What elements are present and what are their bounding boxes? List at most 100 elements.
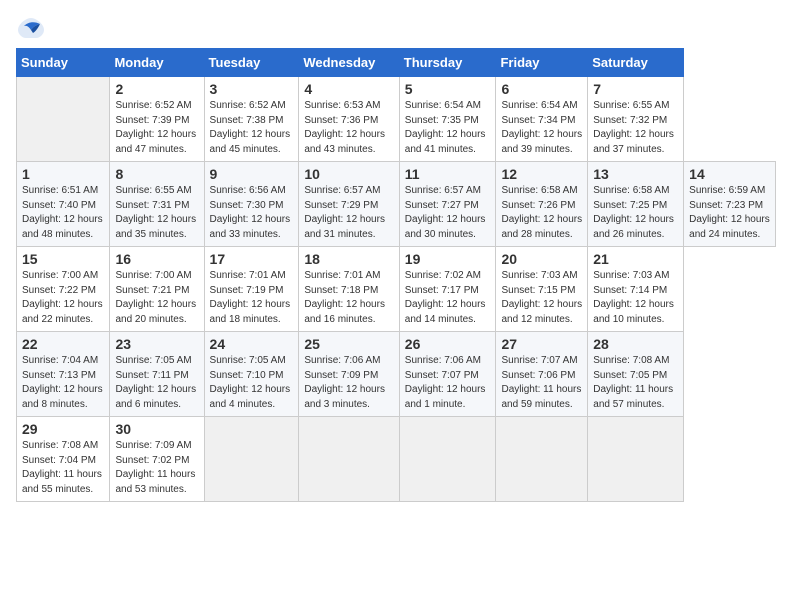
day-number: 2 [115,81,198,97]
calendar-cell: 25 Sunrise: 7:06 AMSunset: 7:09 PMDaylig… [299,332,399,417]
calendar-cell: 11 Sunrise: 6:57 AMSunset: 7:27 PMDaylig… [399,162,496,247]
calendar-week-row: 2 Sunrise: 6:52 AMSunset: 7:39 PMDayligh… [17,77,776,162]
day-info: Sunrise: 6:59 AMSunset: 7:23 PMDaylight:… [689,185,770,240]
day-info: Sunrise: 7:05 AMSunset: 7:10 PMDaylight:… [210,355,291,410]
calendar-cell [588,417,684,502]
calendar-header-row: SundayMondayTuesdayWednesdayThursdayFrid… [17,49,776,77]
calendar-table: SundayMondayTuesdayWednesdayThursdayFrid… [16,48,776,502]
day-info: Sunrise: 6:57 AMSunset: 7:29 PMDaylight:… [304,185,385,240]
calendar-cell: 22 Sunrise: 7:04 AMSunset: 7:13 PMDaylig… [17,332,110,417]
day-info: Sunrise: 7:01 AMSunset: 7:18 PMDaylight:… [304,270,385,325]
day-number: 25 [304,336,393,352]
header [16,16,776,38]
calendar-cell [17,77,110,162]
day-number: 9 [210,166,294,182]
calendar-cell: 17 Sunrise: 7:01 AMSunset: 7:19 PMDaylig… [204,247,299,332]
day-info: Sunrise: 6:51 AMSunset: 7:40 PMDaylight:… [22,185,103,240]
day-number: 26 [405,336,491,352]
day-info: Sunrise: 7:05 AMSunset: 7:11 PMDaylight:… [115,355,196,410]
day-info: Sunrise: 7:06 AMSunset: 7:07 PMDaylight:… [405,355,486,410]
calendar-cell: 21 Sunrise: 7:03 AMSunset: 7:14 PMDaylig… [588,247,684,332]
calendar-cell: 20 Sunrise: 7:03 AMSunset: 7:15 PMDaylig… [496,247,588,332]
day-info: Sunrise: 6:57 AMSunset: 7:27 PMDaylight:… [405,185,486,240]
day-number: 21 [593,251,678,267]
day-number: 22 [22,336,104,352]
day-number: 6 [501,81,582,97]
day-info: Sunrise: 6:53 AMSunset: 7:36 PMDaylight:… [304,100,385,155]
day-number: 7 [593,81,678,97]
day-number: 18 [304,251,393,267]
day-number: 8 [115,166,198,182]
day-info: Sunrise: 6:55 AMSunset: 7:32 PMDaylight:… [593,100,674,155]
calendar-week-row: 1 Sunrise: 6:51 AMSunset: 7:40 PMDayligh… [17,162,776,247]
day-header-wednesday: Wednesday [299,49,399,77]
day-number: 14 [689,166,770,182]
day-info: Sunrise: 7:08 AMSunset: 7:05 PMDaylight:… [593,355,673,410]
day-number: 16 [115,251,198,267]
calendar-cell: 26 Sunrise: 7:06 AMSunset: 7:07 PMDaylig… [399,332,496,417]
day-header-saturday: Saturday [588,49,684,77]
day-header-thursday: Thursday [399,49,496,77]
calendar-week-row: 15 Sunrise: 7:00 AMSunset: 7:22 PMDaylig… [17,247,776,332]
calendar-cell: 24 Sunrise: 7:05 AMSunset: 7:10 PMDaylig… [204,332,299,417]
day-info: Sunrise: 7:01 AMSunset: 7:19 PMDaylight:… [210,270,291,325]
calendar-cell: 3 Sunrise: 6:52 AMSunset: 7:38 PMDayligh… [204,77,299,162]
calendar-cell: 29 Sunrise: 7:08 AMSunset: 7:04 PMDaylig… [17,417,110,502]
day-number: 23 [115,336,198,352]
day-info: Sunrise: 6:52 AMSunset: 7:39 PMDaylight:… [115,100,196,155]
logo [16,16,48,38]
day-info: Sunrise: 6:55 AMSunset: 7:31 PMDaylight:… [115,185,196,240]
day-number: 4 [304,81,393,97]
day-info: Sunrise: 7:08 AMSunset: 7:04 PMDaylight:… [22,440,102,495]
calendar-cell [299,417,399,502]
calendar-cell [496,417,588,502]
day-info: Sunrise: 6:54 AMSunset: 7:34 PMDaylight:… [501,100,582,155]
calendar-cell: 10 Sunrise: 6:57 AMSunset: 7:29 PMDaylig… [299,162,399,247]
day-info: Sunrise: 7:03 AMSunset: 7:15 PMDaylight:… [501,270,582,325]
calendar-cell: 12 Sunrise: 6:58 AMSunset: 7:26 PMDaylig… [496,162,588,247]
calendar-cell: 13 Sunrise: 6:58 AMSunset: 7:25 PMDaylig… [588,162,684,247]
day-info: Sunrise: 7:02 AMSunset: 7:17 PMDaylight:… [405,270,486,325]
day-number: 15 [22,251,104,267]
day-number: 3 [210,81,294,97]
calendar-cell [204,417,299,502]
day-number: 12 [501,166,582,182]
calendar-cell: 19 Sunrise: 7:02 AMSunset: 7:17 PMDaylig… [399,247,496,332]
day-info: Sunrise: 7:07 AMSunset: 7:06 PMDaylight:… [501,355,581,410]
calendar-cell: 5 Sunrise: 6:54 AMSunset: 7:35 PMDayligh… [399,77,496,162]
calendar-cell: 23 Sunrise: 7:05 AMSunset: 7:11 PMDaylig… [110,332,204,417]
day-number: 28 [593,336,678,352]
calendar-cell [399,417,496,502]
day-header-tuesday: Tuesday [204,49,299,77]
calendar-cell: 8 Sunrise: 6:55 AMSunset: 7:31 PMDayligh… [110,162,204,247]
day-number: 19 [405,251,491,267]
day-number: 1 [22,166,104,182]
day-number: 13 [593,166,678,182]
calendar-cell: 6 Sunrise: 6:54 AMSunset: 7:34 PMDayligh… [496,77,588,162]
day-info: Sunrise: 6:58 AMSunset: 7:26 PMDaylight:… [501,185,582,240]
day-info: Sunrise: 7:06 AMSunset: 7:09 PMDaylight:… [304,355,385,410]
calendar-cell: 16 Sunrise: 7:00 AMSunset: 7:21 PMDaylig… [110,247,204,332]
calendar-cell: 27 Sunrise: 7:07 AMSunset: 7:06 PMDaylig… [496,332,588,417]
day-info: Sunrise: 6:56 AMSunset: 7:30 PMDaylight:… [210,185,291,240]
day-info: Sunrise: 7:00 AMSunset: 7:22 PMDaylight:… [22,270,103,325]
day-number: 24 [210,336,294,352]
day-info: Sunrise: 6:54 AMSunset: 7:35 PMDaylight:… [405,100,486,155]
calendar-cell: 1 Sunrise: 6:51 AMSunset: 7:40 PMDayligh… [17,162,110,247]
day-number: 10 [304,166,393,182]
day-number: 27 [501,336,582,352]
day-number: 17 [210,251,294,267]
day-number: 30 [115,421,198,437]
calendar-cell: 14 Sunrise: 6:59 AMSunset: 7:23 PMDaylig… [684,162,776,247]
day-header-monday: Monday [110,49,204,77]
day-header-friday: Friday [496,49,588,77]
day-number: 20 [501,251,582,267]
day-info: Sunrise: 6:58 AMSunset: 7:25 PMDaylight:… [593,185,674,240]
day-info: Sunrise: 6:52 AMSunset: 7:38 PMDaylight:… [210,100,291,155]
calendar-cell: 4 Sunrise: 6:53 AMSunset: 7:36 PMDayligh… [299,77,399,162]
calendar-cell: 30 Sunrise: 7:09 AMSunset: 7:02 PMDaylig… [110,417,204,502]
day-number: 5 [405,81,491,97]
calendar-cell: 15 Sunrise: 7:00 AMSunset: 7:22 PMDaylig… [17,247,110,332]
day-number: 29 [22,421,104,437]
day-info: Sunrise: 7:04 AMSunset: 7:13 PMDaylight:… [22,355,103,410]
